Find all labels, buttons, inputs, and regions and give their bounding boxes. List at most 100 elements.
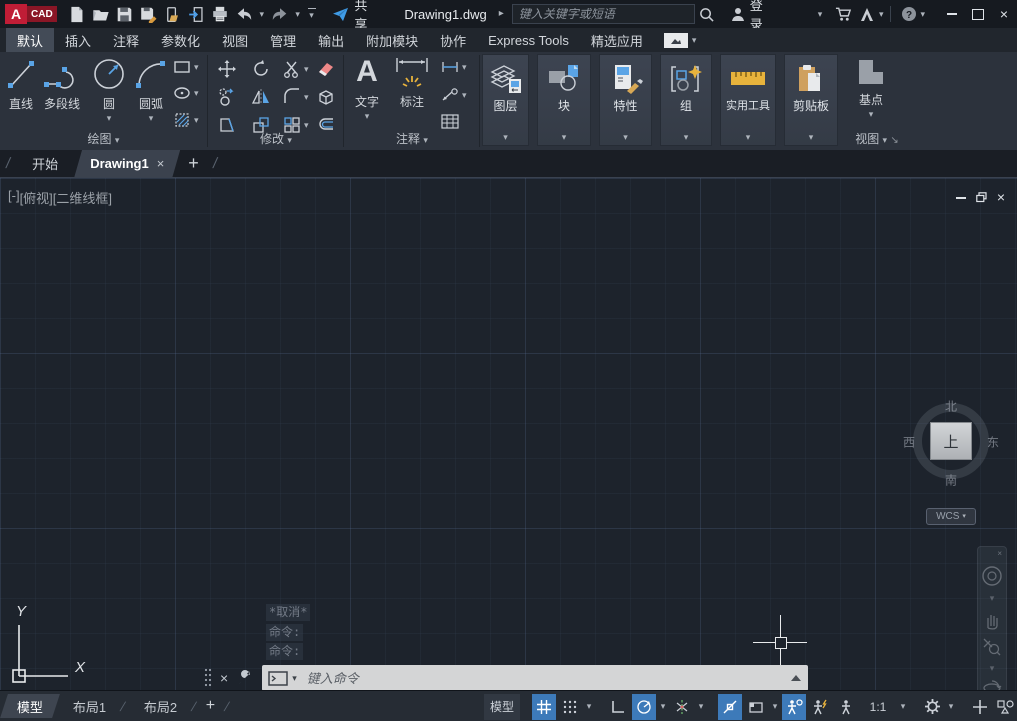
tab-express-tools[interactable]: Express Tools	[477, 28, 580, 52]
draw-panel-label[interactable]: 绘图 ▾	[0, 130, 207, 147]
pan-icon[interactable]	[982, 610, 1002, 630]
annotation-scale-button[interactable]	[834, 694, 858, 720]
snap-dropdown[interactable]: ▾	[583, 694, 595, 720]
rotate-tool-button[interactable]	[252, 60, 270, 78]
autodesk-app-button[interactable]	[856, 3, 878, 25]
tab-output[interactable]: 输出	[307, 28, 355, 52]
panel-layers[interactable]: 图层 ▾	[482, 54, 529, 146]
dynamic-input-button[interactable]	[744, 694, 768, 720]
autodesk-dropdown-icon[interactable]: ▾	[879, 10, 884, 19]
annotation-visibility-button[interactable]	[782, 694, 806, 720]
autoscale-button[interactable]	[808, 694, 832, 720]
viewcube-east[interactable]: 东	[987, 434, 999, 451]
panel-group[interactable]: 组 ▾	[660, 54, 712, 146]
explode-tool-button[interactable]	[317, 88, 335, 106]
copy-tool-button[interactable]	[218, 88, 236, 106]
chevron-down-icon[interactable]: ▾	[990, 664, 995, 673]
model-space-button[interactable]: 模型	[484, 694, 520, 720]
undo-button[interactable]	[233, 3, 255, 25]
hatch-tool-button[interactable]: ▾	[174, 112, 199, 128]
workspace-dropdown[interactable]: ▾	[945, 694, 957, 720]
ribbon-display-toggle[interactable]: ▾	[664, 28, 697, 52]
line-tool-button[interactable]: 直线	[6, 58, 36, 112]
redo-dropdown[interactable]: ▾	[293, 3, 303, 25]
print-button[interactable]	[209, 3, 231, 25]
viewport-close-button[interactable]: ×	[997, 190, 1005, 205]
text-dropdown-icon[interactable]: ▾	[365, 112, 370, 121]
redo-button[interactable]	[269, 3, 291, 25]
tab-start[interactable]: 开始	[16, 150, 74, 178]
close-tab-icon[interactable]: ×	[157, 156, 165, 171]
undo-dropdown[interactable]: ▾	[257, 3, 267, 25]
dialog-launcher-icon[interactable]: ↘	[890, 135, 898, 146]
annotation-scale-dropdown[interactable]: ▾	[897, 694, 909, 720]
minimize-button[interactable]	[939, 3, 965, 25]
circle-tool-button[interactable]: 圆 ▾	[92, 56, 126, 123]
help-dropdown-icon[interactable]: ▾	[920, 10, 925, 19]
annotation-panel-label[interactable]: 注释 ▾	[345, 130, 479, 147]
new-layout-button[interactable]: +	[206, 697, 215, 715]
command-line-bar[interactable]: ▾	[262, 665, 808, 691]
block-dropdown-icon[interactable]: ▾	[562, 133, 567, 142]
customize-wrench-icon[interactable]	[236, 669, 254, 687]
snap-button[interactable]	[558, 694, 582, 720]
isolate-objects-button[interactable]	[994, 694, 1017, 720]
annotation-monitor-button[interactable]	[968, 694, 992, 720]
fillet-tool-button[interactable]: ▾	[283, 88, 309, 106]
navbar-close-icon[interactable]: ×	[997, 549, 1002, 558]
viewport-minimize-button[interactable]	[956, 197, 966, 199]
close-command-line-icon[interactable]: ×	[220, 670, 228, 686]
zoom-extents-icon[interactable]	[982, 637, 1002, 657]
app-store-button[interactable]	[832, 3, 854, 25]
viewcube-top-face[interactable]: 上	[930, 422, 972, 460]
navigation-wheel-icon[interactable]	[981, 565, 1003, 587]
panel-clipboard[interactable]: 剪贴板 ▾	[784, 54, 838, 146]
tab-addins[interactable]: 附加模块	[355, 28, 429, 52]
erase-tool-button[interactable]	[317, 60, 335, 78]
tab-drawing1[interactable]: Drawing1 ×	[74, 150, 180, 178]
ucs-icon[interactable]: Y X	[8, 596, 98, 688]
save-as-button[interactable]	[137, 3, 159, 25]
panel-properties[interactable]: 特性 ▾	[599, 54, 652, 146]
recent-commands-icon[interactable]: ▾	[292, 674, 297, 683]
workspace-button[interactable]	[920, 694, 944, 720]
share-button[interactable]	[330, 3, 352, 25]
tab-manage[interactable]: 管理	[259, 28, 307, 52]
drawing-viewport[interactable]: [-] [俯视] [二维线框] × 上 北 西 东 南 WCS▾ × ▾	[0, 178, 1017, 690]
panel-utilities[interactable]: 实用工具 ▾	[720, 54, 776, 146]
linear-dim-button[interactable]: ▾	[441, 60, 467, 74]
autocad-logo[interactable]: A CAD	[5, 4, 57, 24]
qat-customize-button[interactable]: ▾	[305, 3, 319, 25]
text-tool-button[interactable]: A 文字 ▾	[355, 54, 379, 121]
new-file-button[interactable]	[66, 3, 88, 25]
tab-featured-apps[interactable]: 精选应用	[580, 28, 654, 52]
panel-block[interactable]: 块 ▾	[537, 54, 591, 146]
open-file-button[interactable]	[90, 3, 112, 25]
tab-annotate[interactable]: 注释	[102, 28, 150, 52]
modify-panel-label[interactable]: 修改 ▾	[209, 130, 343, 147]
dimension-tool-button[interactable]: 标注	[393, 56, 431, 110]
leader-button[interactable]: ▾	[441, 88, 467, 102]
ortho-button[interactable]	[606, 694, 630, 720]
wcs-selector[interactable]: WCS▾	[926, 508, 976, 525]
group-dropdown-icon[interactable]: ▾	[684, 133, 689, 142]
title-caret-icon[interactable]: ▸	[499, 9, 504, 19]
utilities-dropdown-icon[interactable]: ▾	[746, 133, 751, 142]
polar-dropdown[interactable]: ▾	[657, 694, 669, 720]
tab-parametric[interactable]: 参数化	[150, 28, 211, 52]
viewcube-west[interactable]: 西	[903, 434, 915, 451]
circle-dropdown-icon[interactable]: ▾	[107, 114, 112, 123]
arc-dropdown-icon[interactable]: ▾	[149, 114, 154, 123]
search-input[interactable]	[512, 4, 695, 24]
table-button[interactable]	[441, 114, 459, 129]
osnap-tracking-dropdown[interactable]: ▾	[695, 694, 707, 720]
drag-handle[interactable]	[204, 667, 212, 689]
tab-view[interactable]: 视图	[211, 28, 259, 52]
help-button[interactable]: ?	[898, 3, 920, 25]
annotation-scale-value[interactable]: 1:1	[860, 694, 896, 720]
move-tool-button[interactable]	[218, 60, 236, 78]
viewcube-north[interactable]: 北	[945, 398, 957, 415]
viewport-restore-button[interactable]	[976, 192, 987, 203]
save-button[interactable]	[113, 3, 135, 25]
trim-tool-button[interactable]: ▾	[283, 60, 309, 78]
